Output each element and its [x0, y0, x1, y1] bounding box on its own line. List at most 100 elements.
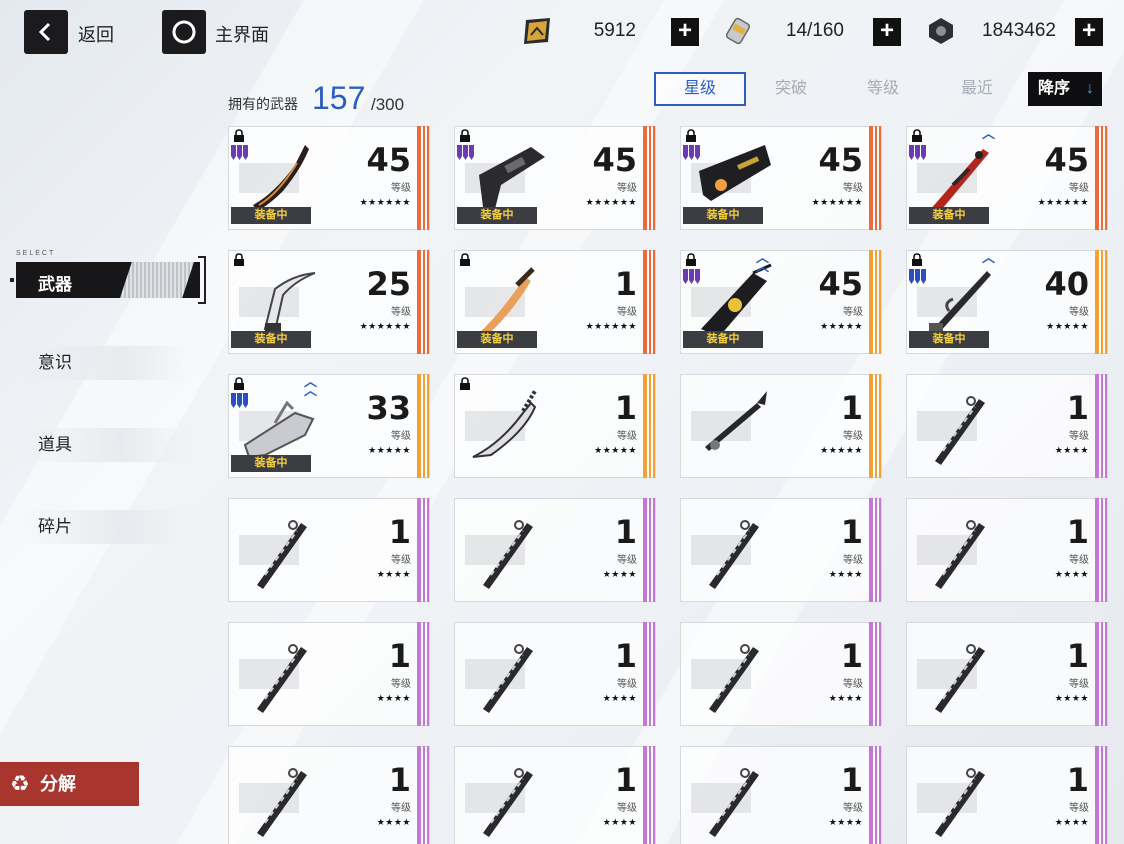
weapon-level: 1	[1066, 389, 1089, 427]
sidebar-item-stigmata[interactable]: 意识	[20, 346, 190, 380]
gold-ticket-icon	[524, 18, 550, 44]
black-katana-icon	[483, 520, 533, 589]
weapon-card[interactable]: 1 等级 ★★★★	[680, 746, 882, 844]
weapon-card[interactable]: 45 等级 ★★★★★★ ︿ 装备中	[906, 126, 1108, 230]
star-rating: ★★★★	[376, 569, 411, 579]
back-label[interactable]: 返回	[78, 21, 114, 47]
black-katana-icon	[483, 768, 533, 837]
star-rating: ★★★★★	[594, 445, 637, 455]
weapon-card[interactable]: 1 等级 ★★★★★	[680, 374, 882, 478]
lock-icon[interactable]	[685, 129, 697, 142]
weapon-level: 1	[388, 513, 411, 551]
selection-bracket	[198, 256, 206, 304]
rarity-bars	[417, 746, 429, 844]
home-label[interactable]: 主界面	[215, 21, 269, 47]
sort-tab-level[interactable]: 等级	[837, 72, 929, 106]
weapon-card[interactable]: 1 等级 ★★★★	[906, 746, 1108, 844]
weapon-level: 1	[614, 265, 637, 303]
add-gold-button[interactable]: +	[671, 18, 699, 46]
equipped-badge: 装备中	[909, 207, 989, 224]
back-button[interactable]	[24, 10, 68, 54]
star-rating: ★★★★	[376, 817, 411, 827]
weapon-card[interactable]: 1 等级 ★★★★	[228, 746, 430, 844]
weapon-level: 45	[1044, 141, 1089, 179]
lock-icon[interactable]	[233, 377, 245, 390]
weapon-card[interactable]: 1 等级 ★★★★	[454, 622, 656, 726]
lock-icon[interactable]	[459, 377, 471, 390]
home-button[interactable]	[162, 10, 206, 54]
weapon-card[interactable]: 1 等级 ★★★★	[454, 498, 656, 602]
weapon-level: 25	[366, 265, 411, 303]
weapon-card[interactable]: 45 等级 ★★★★★★ 装备中	[680, 126, 882, 230]
star-rating: ★★★★	[602, 693, 637, 703]
weapon-card[interactable]: 33 等级 ★★★★★ ︿ ︿ 装备中	[228, 374, 430, 478]
rank-chevrons-icon	[457, 145, 474, 160]
rarity-bars	[1095, 250, 1107, 354]
lock-icon[interactable]	[911, 253, 923, 266]
resource-value: 1843462	[982, 20, 1056, 41]
sort-order-button[interactable]: 降序 ↓	[1028, 72, 1102, 106]
sidebar-item-items[interactable]: 道具	[20, 428, 190, 462]
sort-tab-breakthrough[interactable]: 突破	[745, 72, 837, 106]
weapon-level: 1	[1066, 761, 1089, 799]
add-coins-button[interactable]: +	[1075, 18, 1103, 46]
weapon-card[interactable]: 45 等级 ★★★★★ ︿ ︿ 装备中	[680, 250, 882, 354]
black-katana-icon	[935, 396, 985, 465]
rarity-bars	[1095, 746, 1107, 844]
weapon-card[interactable]: 1 等级 ★★★★	[906, 498, 1108, 602]
lock-icon[interactable]	[685, 253, 697, 266]
lock-icon[interactable]	[911, 129, 923, 142]
level-label: 等级	[843, 803, 863, 814]
rarity-bars	[643, 622, 655, 726]
sort-tab-recent[interactable]: 最近	[931, 72, 1023, 106]
rarity-bars	[643, 374, 655, 478]
weapon-card[interactable]: 1 等级 ★★★★	[906, 374, 1108, 478]
lock-icon[interactable]	[233, 253, 245, 266]
equipped-badge: 装备中	[457, 331, 537, 348]
weapon-card[interactable]: 45 等级 ★★★★★★ 装备中	[454, 126, 656, 230]
equipped-badge: 装备中	[231, 331, 311, 348]
level-label: 等级	[843, 307, 863, 318]
weapon-card[interactable]: 45 等级 ★★★★★★ 装备中	[228, 126, 430, 230]
star-rating: ★★★★	[828, 817, 863, 827]
weapon-card[interactable]: 40 等级 ★★★★★ ︿ 装备中	[906, 250, 1108, 354]
weapon-card[interactable]: 1 等级 ★★★★	[906, 622, 1108, 726]
black-katana-icon	[257, 520, 307, 589]
weapon-card[interactable]: 1 等级 ★★★★	[680, 498, 882, 602]
weapon-card[interactable]: 1 等级 ★★★★	[454, 746, 656, 844]
rarity-bars	[869, 126, 881, 230]
sidebar-item-fragments[interactable]: 碎片	[20, 510, 190, 544]
level-label: 等级	[617, 555, 637, 566]
black-katana-icon	[935, 768, 985, 837]
owned-weapons-max: /300	[371, 95, 405, 114]
lock-icon[interactable]	[233, 129, 245, 142]
weapon-card[interactable]: 25 等级 ★★★★★★ 装备中	[228, 250, 430, 354]
weapon-card[interactable]: 1 等级 ★★★★	[228, 498, 430, 602]
rank-chevrons-icon	[683, 145, 700, 160]
level-label: 等级	[1069, 307, 1089, 318]
star-rating: ★★★★★★	[359, 197, 411, 207]
weapon-card[interactable]: 1 等级 ★★★★	[680, 622, 882, 726]
sort-tab-stars[interactable]: 星级	[654, 72, 746, 106]
star-rating: ★★★★★	[1046, 321, 1089, 331]
weapon-level: 40	[1044, 265, 1089, 303]
weapon-level: 33	[366, 389, 411, 427]
black-katana-icon	[709, 644, 759, 713]
weapon-level: 1	[840, 389, 863, 427]
lock-icon[interactable]	[459, 129, 471, 142]
rarity-bars	[643, 126, 655, 230]
equipped-badge: 装备中	[909, 331, 989, 348]
add-energy-button[interactable]: +	[873, 18, 901, 46]
sidebar-item-weapons[interactable]: 武器	[16, 262, 200, 298]
lock-icon[interactable]	[459, 253, 471, 266]
rarity-bars	[869, 250, 881, 354]
weapon-card[interactable]: 1 等级 ★★★★★	[454, 374, 656, 478]
star-rating: ★★★★	[1054, 445, 1089, 455]
level-label: 等级	[1069, 431, 1089, 442]
decompose-button[interactable]: ♻ 分解	[0, 762, 139, 806]
weapon-card[interactable]: 1 等级 ★★★★★★ 装备中	[454, 250, 656, 354]
rarity-bars	[417, 374, 429, 478]
weapon-level: 1	[840, 761, 863, 799]
weapon-card[interactable]: 1 等级 ★★★★	[228, 622, 430, 726]
rarity-bars	[643, 746, 655, 844]
